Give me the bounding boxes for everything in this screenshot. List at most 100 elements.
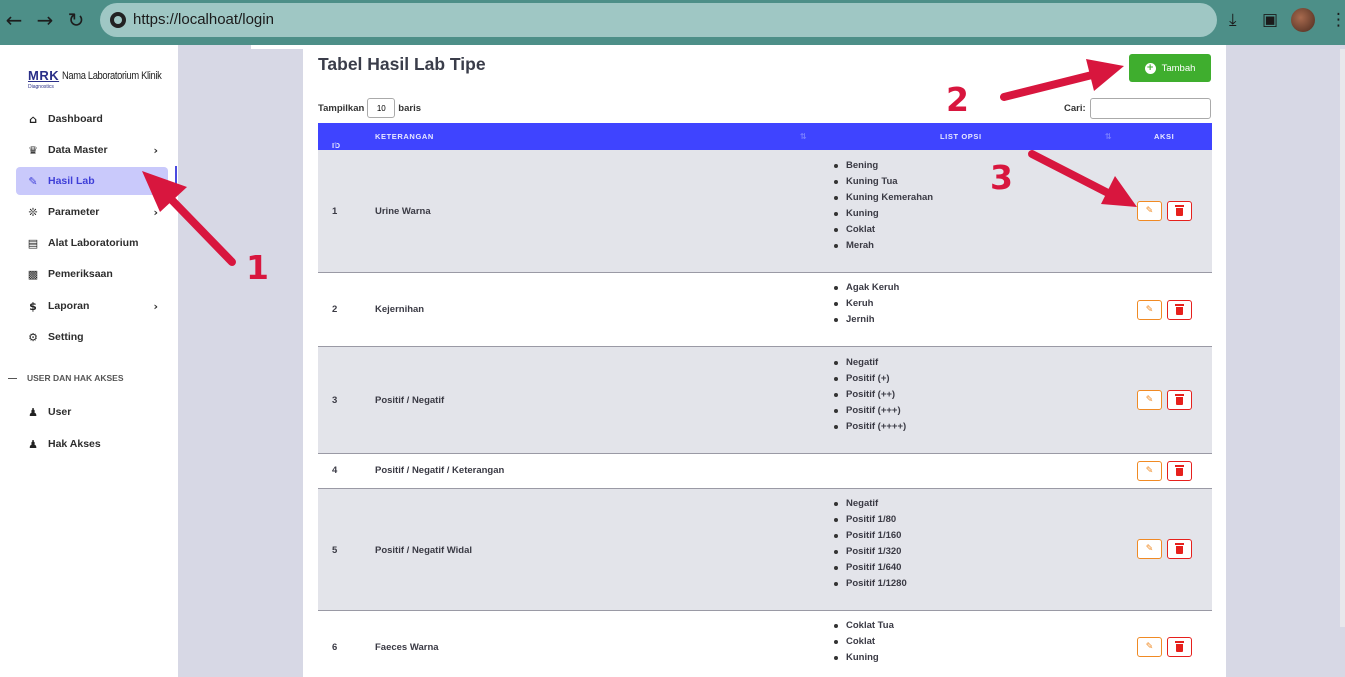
option-list: Bening Kuning Tua Kuning Kemerahan Kunin… xyxy=(833,158,933,254)
chevron-right-icon: › xyxy=(153,205,158,219)
more-icon[interactable]: ⋮ xyxy=(1330,9,1345,31)
sidebar-item-alat-laboratorium[interactable]: ▤ Alat Laboratorium xyxy=(16,229,168,257)
edit-button[interactable]: ✎ xyxy=(1137,637,1162,657)
list-item: Agak Keruh xyxy=(833,280,899,296)
chevron-right-icon: › xyxy=(153,143,158,157)
cell-keterangan: Positif / Negatif Widal xyxy=(375,545,473,556)
page-scrollbar[interactable] xyxy=(1340,49,1345,627)
download-icon[interactable]: ⤓ xyxy=(1229,9,1237,31)
list-item: Negatif xyxy=(834,496,907,512)
table-row: 6 Faeces Warna Coklat Tua Coklat Kuning … xyxy=(318,611,1212,677)
sidebar-item-label: Parameter xyxy=(48,206,100,218)
list-item: Bening xyxy=(833,158,933,174)
url-text: https://localhoat/login xyxy=(133,11,274,28)
list-item: Positif 1/320 xyxy=(834,544,907,560)
plus-circle-icon: + xyxy=(1144,62,1156,74)
pen-icon: ✎ xyxy=(28,174,38,188)
sidebar-item-data-master[interactable]: ♛ Data Master › xyxy=(16,136,168,164)
cell-id: 5 xyxy=(332,545,338,556)
section-dash xyxy=(8,377,17,379)
edit-button[interactable]: ✎ xyxy=(1137,300,1162,320)
list-item: Kuning xyxy=(833,206,933,222)
cell-id: 2 xyxy=(332,304,338,315)
sidebar-item-label: Data Master xyxy=(48,144,108,156)
sidebar-item-label: Pemeriksaan xyxy=(48,268,113,280)
sidebar-item-dashboard[interactable]: ⌂ Dashboard xyxy=(16,105,168,133)
sidebar-item-parameter[interactable]: ❊ Parameter › xyxy=(16,198,168,226)
cell-keterangan: Kejernihan xyxy=(375,304,425,315)
list-item: Positif (+) xyxy=(833,371,906,387)
option-list: Coklat Tua Coklat Kuning xyxy=(834,618,894,666)
trash-icon xyxy=(1175,205,1184,216)
sort-icon: ⇅ xyxy=(1105,132,1112,141)
sidebar-item-laporan[interactable]: $ Laporan › xyxy=(16,292,168,320)
list-item: Positif 1/640 xyxy=(834,560,907,576)
search-input[interactable] xyxy=(1089,98,1211,119)
length-input[interactable] xyxy=(367,98,396,118)
edit-button[interactable]: ✎ xyxy=(1137,390,1162,410)
annotation-number: 1 xyxy=(246,248,269,287)
sidebar-item-hasil-lab[interactable]: ✎ Hasil Lab xyxy=(16,167,168,195)
column-header-aksi: AKSI xyxy=(1154,132,1175,141)
sidebar-item-label: Setting xyxy=(48,331,84,343)
length-suffix: baris xyxy=(398,102,421,114)
delete-button[interactable] xyxy=(1167,461,1192,481)
molecule-icon: ❊ xyxy=(28,205,38,219)
section-label-user: USER DAN HAK AKSES xyxy=(8,373,124,383)
logo-mark: MRK xyxy=(28,68,60,83)
list-item: Positif 1/80 xyxy=(834,512,907,528)
edit-icon: ✎ xyxy=(1145,466,1154,476)
column-header-keterangan[interactable]: KETERANGAN xyxy=(375,132,434,141)
delete-button[interactable] xyxy=(1167,539,1192,559)
list-item: Positif 1/1280 xyxy=(834,576,907,592)
site-info-icon[interactable] xyxy=(110,12,126,28)
column-header-list-opsi[interactable]: LIST OPSI xyxy=(940,132,982,141)
sidebar-item-user[interactable]: ♟ User xyxy=(16,398,168,426)
chevron-right-icon: › xyxy=(153,299,158,313)
sidebar-item-label: User xyxy=(48,406,72,418)
table-row: 5 Positif / Negatif Widal Negatif Positi… xyxy=(318,489,1212,611)
search-label: Cari: xyxy=(1064,103,1086,114)
sidebar-item-label: Hak Akses xyxy=(48,438,101,450)
users-icon: ♟ xyxy=(28,405,38,419)
hand-dollar-icon: $ xyxy=(29,299,37,313)
trash-icon xyxy=(1175,394,1184,405)
delete-button[interactable] xyxy=(1167,637,1192,657)
sidebar-item-pemeriksaan[interactable]: ▩ Pemeriksaan xyxy=(16,260,168,288)
gear-icon: ⚙ xyxy=(28,330,38,344)
edit-icon: ✎ xyxy=(1145,206,1154,216)
delete-button[interactable] xyxy=(1167,300,1192,320)
avatar[interactable] xyxy=(1291,8,1315,32)
delete-button[interactable] xyxy=(1167,201,1192,221)
sidebar-item-hak-akses[interactable]: ♟ Hak Akses xyxy=(16,430,168,458)
edit-button[interactable]: ✎ xyxy=(1137,461,1162,481)
forward-icon[interactable]: → xyxy=(33,8,57,32)
address-bar[interactable]: https://localhoat/login xyxy=(100,3,1217,37)
back-icon[interactable]: ← xyxy=(2,8,26,32)
logo[interactable]: MRK Diagnostics Nama Laboratorium Klinik xyxy=(28,67,162,90)
add-button[interactable]: + Tambah xyxy=(1129,54,1211,82)
reload-icon[interactable]: ↻ xyxy=(64,8,88,32)
user-lock-icon: ♟ xyxy=(28,437,38,451)
section-title: USER DAN HAK AKSES xyxy=(27,373,124,383)
cell-id: 6 xyxy=(332,642,338,653)
sidebar-item-label: Hasil Lab xyxy=(48,175,95,187)
side-panel-icon[interactable]: ▣ xyxy=(1262,9,1278,31)
option-list: Negatif Positif 1/80 Positif 1/160 Posit… xyxy=(834,496,907,592)
house-icon: ⌂ xyxy=(29,112,37,126)
sort-icon: ↑ xyxy=(332,141,339,150)
edit-icon: ✎ xyxy=(1145,544,1154,554)
cell-keterangan: Faeces Warna xyxy=(375,642,439,653)
page-title: Tabel Hasil Lab Tipe xyxy=(318,54,486,74)
add-button-label: Tambah xyxy=(1161,62,1196,74)
edit-button[interactable]: ✎ xyxy=(1137,539,1162,559)
delete-button[interactable] xyxy=(1167,390,1192,410)
table-row: 4 Positif / Negatif / Keterangan ✎ xyxy=(318,454,1212,489)
edit-button[interactable]: ✎ xyxy=(1137,201,1162,221)
active-indicator xyxy=(175,166,177,192)
trash-icon xyxy=(1175,641,1184,652)
browser-toolbar: ← → ↻ https://localhoat/login ⤓ ▣ ⋮ xyxy=(0,0,1345,45)
list-item: Kuning Kemerahan xyxy=(833,190,933,206)
annotation-number: 2 xyxy=(946,80,969,119)
sidebar-item-setting[interactable]: ⚙ Setting xyxy=(16,323,168,351)
